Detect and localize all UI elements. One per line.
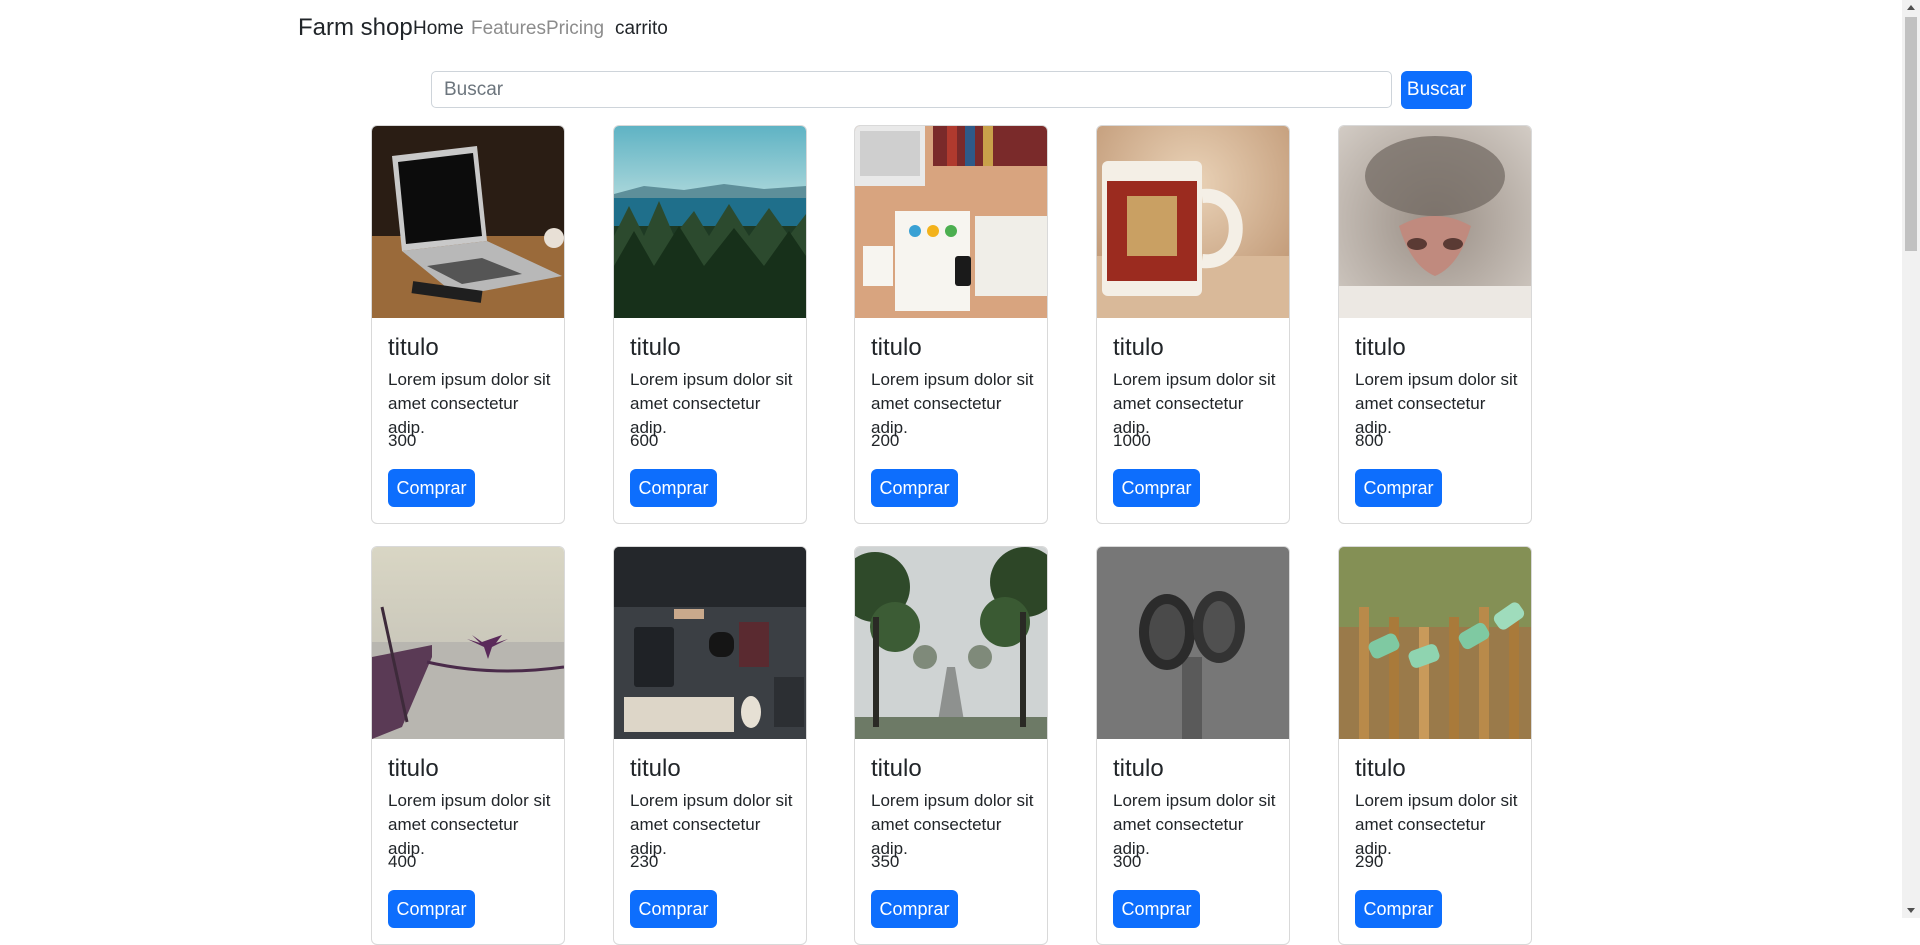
navbar: Farm shop Home Features Pricing carrito	[0, 0, 1902, 56]
product-image-laptop	[372, 126, 564, 318]
product-image-cat-nose	[1339, 126, 1531, 318]
product-image-foggy-road	[855, 547, 1047, 739]
card-description: Lorem ipsum dolor sit amet consectetur a…	[630, 791, 793, 858]
card-title: titulo	[388, 334, 439, 361]
card-price: 800	[1355, 431, 1384, 450]
buy-button[interactable]: Comprar	[388, 469, 475, 507]
product-card: titulo Lorem ipsum dolor sit amet consec…	[1096, 125, 1290, 524]
product-image-bottles-fence	[1339, 547, 1531, 739]
product-image-mug	[1097, 126, 1289, 318]
card-price: 400	[388, 852, 417, 871]
card-title: titulo	[1355, 755, 1406, 782]
card-price: 300	[1113, 852, 1142, 871]
card-price: 350	[871, 852, 900, 871]
card-price: 1000	[1113, 431, 1151, 450]
product-card: titulo Lorem ipsum dolor sit amet consec…	[1338, 546, 1532, 945]
product-card: titulo Lorem ipsum dolor sit amet consec…	[613, 125, 807, 524]
scroll-down-icon[interactable]	[1907, 908, 1915, 913]
product-image-desk	[855, 126, 1047, 318]
card-title: titulo	[388, 755, 439, 782]
buy-button[interactable]: Comprar	[630, 890, 717, 928]
page-scrollbar[interactable]	[1902, 0, 1920, 918]
scroll-thumb[interactable]	[1905, 17, 1917, 251]
brand-link[interactable]: Farm shop	[298, 14, 413, 42]
buy-button[interactable]: Comprar	[630, 469, 717, 507]
card-price: 600	[630, 431, 659, 450]
card-price: 300	[388, 431, 417, 450]
nav-link-carrito[interactable]: carrito	[615, 18, 668, 40]
product-image-boat	[372, 547, 564, 739]
card-description: Lorem ipsum dolor sit amet consectetur a…	[871, 370, 1034, 437]
card-title: titulo	[871, 334, 922, 361]
product-card: titulo Lorem ipsum dolor sit amet consec…	[854, 546, 1048, 945]
card-title: titulo	[630, 755, 681, 782]
product-card: titulo Lorem ipsum dolor sit amet consec…	[854, 125, 1048, 524]
card-description: Lorem ipsum dolor sit amet consectetur a…	[1113, 791, 1276, 858]
nav-link-home[interactable]: Home	[413, 18, 464, 40]
search-input[interactable]	[431, 71, 1392, 108]
card-description: Lorem ipsum dolor sit amet consectetur a…	[630, 370, 793, 437]
card-title: titulo	[1355, 334, 1406, 361]
card-title: titulo	[871, 755, 922, 782]
search-button[interactable]: Buscar	[1401, 71, 1472, 109]
card-description: Lorem ipsum dolor sit amet consectetur a…	[388, 791, 551, 858]
card-price: 200	[871, 431, 900, 450]
card-description: Lorem ipsum dolor sit amet consectetur a…	[1355, 791, 1518, 858]
nav-link-features[interactable]: Features	[471, 18, 546, 40]
card-title: titulo	[1113, 334, 1164, 361]
buy-button[interactable]: Comprar	[1355, 890, 1442, 928]
product-card: titulo Lorem ipsum dolor sit amet consec…	[371, 546, 565, 945]
product-image-forest	[614, 126, 806, 318]
buy-button[interactable]: Comprar	[1113, 469, 1200, 507]
card-title: titulo	[1113, 755, 1164, 782]
product-card: titulo Lorem ipsum dolor sit amet consec…	[1338, 125, 1532, 524]
card-description: Lorem ipsum dolor sit amet consectetur a…	[1113, 370, 1276, 437]
buy-button[interactable]: Comprar	[388, 890, 475, 928]
product-image-pine-cones	[1097, 547, 1289, 739]
product-image-workspace	[614, 547, 806, 739]
card-description: Lorem ipsum dolor sit amet consectetur a…	[1355, 370, 1518, 437]
card-description: Lorem ipsum dolor sit amet consectetur a…	[871, 791, 1034, 858]
buy-button[interactable]: Comprar	[871, 469, 958, 507]
card-description: Lorem ipsum dolor sit amet consectetur a…	[388, 370, 551, 437]
scroll-up-icon[interactable]	[1907, 5, 1915, 10]
buy-button[interactable]: Comprar	[1355, 469, 1442, 507]
buy-button[interactable]: Comprar	[1113, 890, 1200, 928]
product-card: titulo Lorem ipsum dolor sit amet consec…	[613, 546, 807, 945]
card-price: 230	[630, 852, 659, 871]
card-price: 290	[1355, 852, 1384, 871]
buy-button[interactable]: Comprar	[871, 890, 958, 928]
product-card: titulo Lorem ipsum dolor sit amet consec…	[1096, 546, 1290, 945]
nav-link-pricing[interactable]: Pricing	[546, 18, 604, 40]
product-card: titulo Lorem ipsum dolor sit amet consec…	[371, 125, 565, 524]
card-title: titulo	[630, 334, 681, 361]
